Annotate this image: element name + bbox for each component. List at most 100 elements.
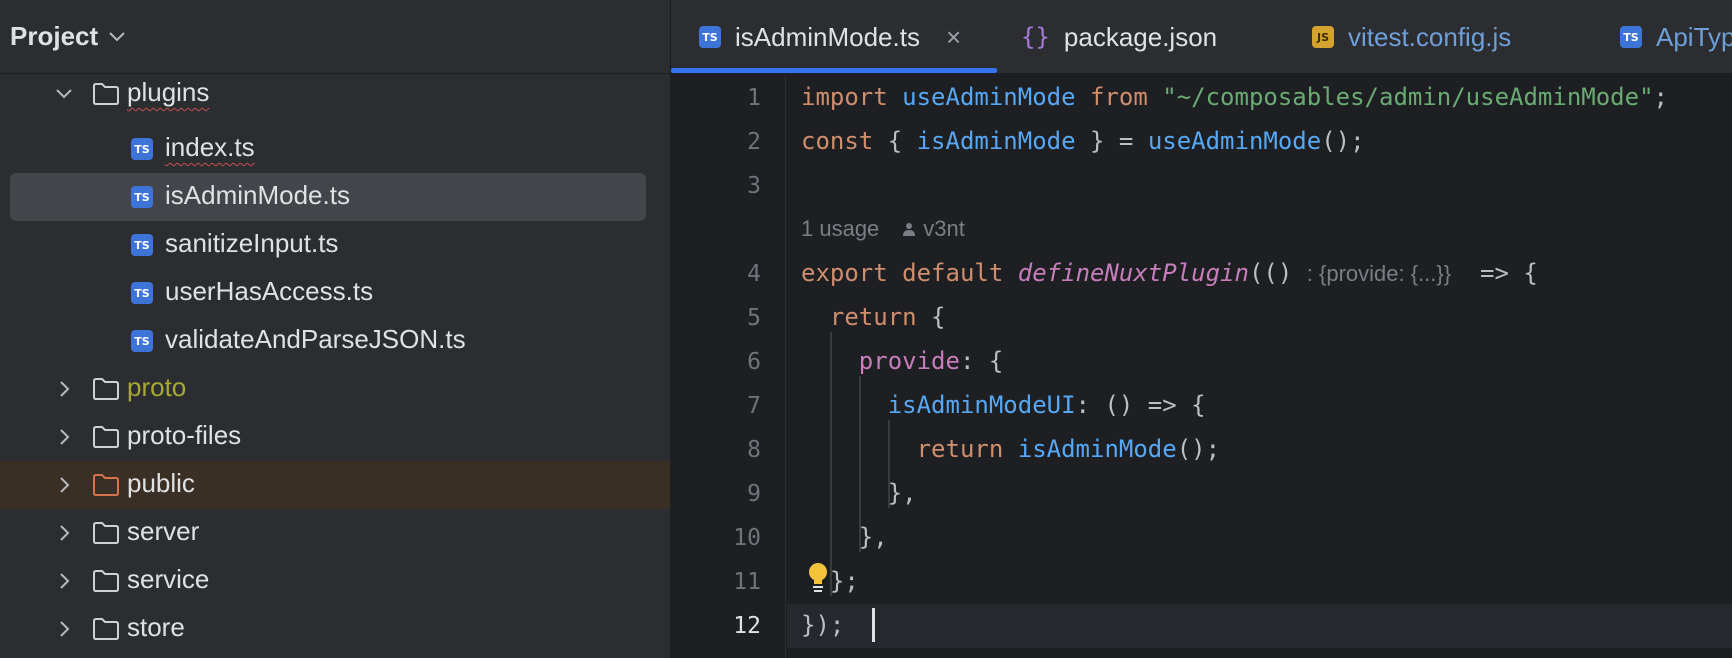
code-token: : { — [959, 347, 1004, 375]
tree-file-userhasaccess-ts[interactable]: TS userHasAccess.ts — [0, 269, 670, 317]
chevron-right-icon[interactable] — [54, 571, 74, 591]
code-token: }, — [858, 523, 888, 551]
code-line-8: return isAdminMode(); — [801, 427, 1220, 471]
usage-count[interactable]: 1 usage — [801, 207, 879, 251]
code-token: => { — [1480, 259, 1538, 287]
code-line-2: const { isAdminMode } = useAdminMode(); — [801, 119, 1365, 163]
tree-folder-proto-files[interactable]: proto-files — [0, 413, 670, 461]
code-token: (() — [1248, 259, 1293, 287]
tree-item-label: server — [127, 516, 200, 546]
code-token: isAdminModeUI — [887, 391, 1076, 419]
active-tab-indicator — [671, 68, 997, 73]
tab-apityp[interactable]: TS ApiTyp — [1620, 0, 1732, 74]
author-name[interactable]: v3nt — [923, 207, 965, 251]
code-token: provide — [858, 347, 960, 375]
tree-folder-public[interactable]: public — [0, 461, 670, 509]
tree-folder-store[interactable]: store — [0, 605, 670, 653]
tab-vitest-config-js[interactable]: JS vitest.config.js — [1312, 0, 1511, 74]
line-number: 3 — [747, 173, 761, 199]
lightbulb-icon[interactable] — [805, 561, 831, 600]
project-panel: Project plugins TS index.ts TS isAdminMo… — [0, 0, 670, 658]
line-number: 7 — [747, 393, 761, 419]
chevron-right-icon[interactable] — [54, 427, 74, 447]
code-token: export — [801, 259, 888, 287]
chevron-right-icon[interactable] — [54, 379, 74, 399]
folder-icon — [92, 569, 122, 593]
folder-icon — [92, 377, 122, 401]
tab-isadminmode-ts[interactable]: TS isAdminMode.ts × — [699, 0, 961, 74]
text-cursor — [872, 608, 875, 642]
project-panel-header[interactable]: Project — [0, 0, 670, 74]
folder-icon — [92, 82, 122, 106]
tree-item-label: plugins — [127, 77, 210, 107]
code-line-1: import useAdminMode from "~/composables/… — [801, 75, 1668, 119]
tab-label: vitest.config.js — [1348, 21, 1512, 52]
type-inlay-hint: : {provide: {...}} — [1306, 261, 1452, 286]
json-braces-icon: {} — [1021, 23, 1050, 51]
line-number: 6 — [747, 349, 761, 375]
chevron-right-icon[interactable] — [54, 523, 74, 543]
tree-folder-server[interactable]: server — [0, 509, 670, 557]
tree-item-label: userHasAccess.ts — [165, 276, 374, 306]
code-line-12: }); — [801, 603, 844, 647]
code-line-5: return { — [801, 295, 946, 339]
tree-folder-service[interactable]: service — [0, 557, 670, 605]
tree-file-validateandparsejson-ts[interactable]: TS validateAndParseJSON.ts — [0, 317, 670, 365]
code-token: isAdminMode — [1017, 435, 1177, 463]
line-number: 5 — [747, 305, 761, 331]
code-line-4: export default defineNuxtPlugin(() : {pr… — [801, 251, 1538, 295]
tab-label: ApiTyp — [1656, 21, 1732, 52]
code-token: import — [801, 83, 888, 111]
editor-tab-bar: TS isAdminMode.ts × {} package.json JS v… — [671, 0, 1732, 74]
tree-file-isadminmode-ts[interactable]: TS isAdminMode.ts — [0, 173, 670, 221]
tree-item-label: proto — [127, 372, 187, 402]
tree-folder-plugins[interactable]: plugins — [0, 70, 670, 118]
code-vision-hint[interactable]: 1 usage v3nt — [801, 207, 965, 251]
chevron-right-icon[interactable] — [54, 619, 74, 639]
tree-item-label: service — [127, 564, 210, 594]
code-token: (); — [1176, 435, 1221, 463]
line-number: 1 — [747, 85, 761, 111]
code-token: }); — [801, 611, 845, 639]
folder-icon — [92, 425, 122, 449]
tab-label: package.json — [1063, 21, 1218, 52]
code-token: "~/composables/admin/useAdminMode" — [1162, 83, 1654, 111]
chevron-right-icon[interactable] — [54, 475, 74, 495]
tree-item-label: index.ts — [165, 132, 255, 162]
chevron-down-icon[interactable] — [54, 84, 74, 104]
code-line-6: provide: { — [801, 339, 1004, 383]
code-line-9: }, — [801, 471, 917, 515]
typescript-file-icon: TS — [131, 282, 153, 304]
typescript-file-icon: TS — [131, 186, 153, 208]
tree-item-label: sanitizeInput.ts — [165, 228, 339, 258]
line-number: 11 — [733, 569, 761, 595]
code-token: { — [916, 303, 946, 331]
tree-item-label: validateAndParseJSON.ts — [165, 324, 466, 354]
tab-label: isAdminMode.ts — [735, 21, 920, 52]
folder-icon — [92, 521, 122, 545]
close-icon[interactable]: × — [946, 22, 961, 53]
tree-file-index-ts[interactable]: TS index.ts — [0, 125, 670, 173]
line-number: 9 — [747, 481, 761, 507]
tree-item-label: store — [127, 612, 185, 642]
folder-icon — [92, 473, 122, 497]
code-token: return — [829, 303, 917, 331]
typescript-file-icon: TS — [1620, 26, 1642, 48]
tab-package-json[interactable]: {} package.json — [1021, 0, 1217, 74]
user-icon — [901, 221, 917, 237]
code-token: } = — [1075, 127, 1148, 155]
code-token: defineNuxtPlugin — [1017, 259, 1249, 287]
line-number: 10 — [733, 525, 761, 551]
code-token: }, — [887, 479, 917, 507]
line-number-gutter: 1 2 3 4 5 6 7 8 9 10 11 12 — [671, 75, 786, 658]
code-token: return — [916, 435, 1004, 463]
current-line-highlight — [787, 604, 1732, 648]
tree-folder-proto[interactable]: proto — [0, 365, 670, 413]
tree-file-sanitizeinput-ts[interactable]: TS sanitizeInput.ts — [0, 221, 670, 269]
code-text-area[interactable]: import useAdminMode from "~/composables/… — [787, 75, 1732, 658]
current-line-number: 12 — [733, 613, 761, 639]
code-token: (); — [1321, 127, 1365, 155]
code-token: : () => { — [1075, 391, 1206, 419]
project-panel-title[interactable]: Project — [10, 21, 98, 52]
chevron-down-icon[interactable] — [108, 30, 126, 48]
